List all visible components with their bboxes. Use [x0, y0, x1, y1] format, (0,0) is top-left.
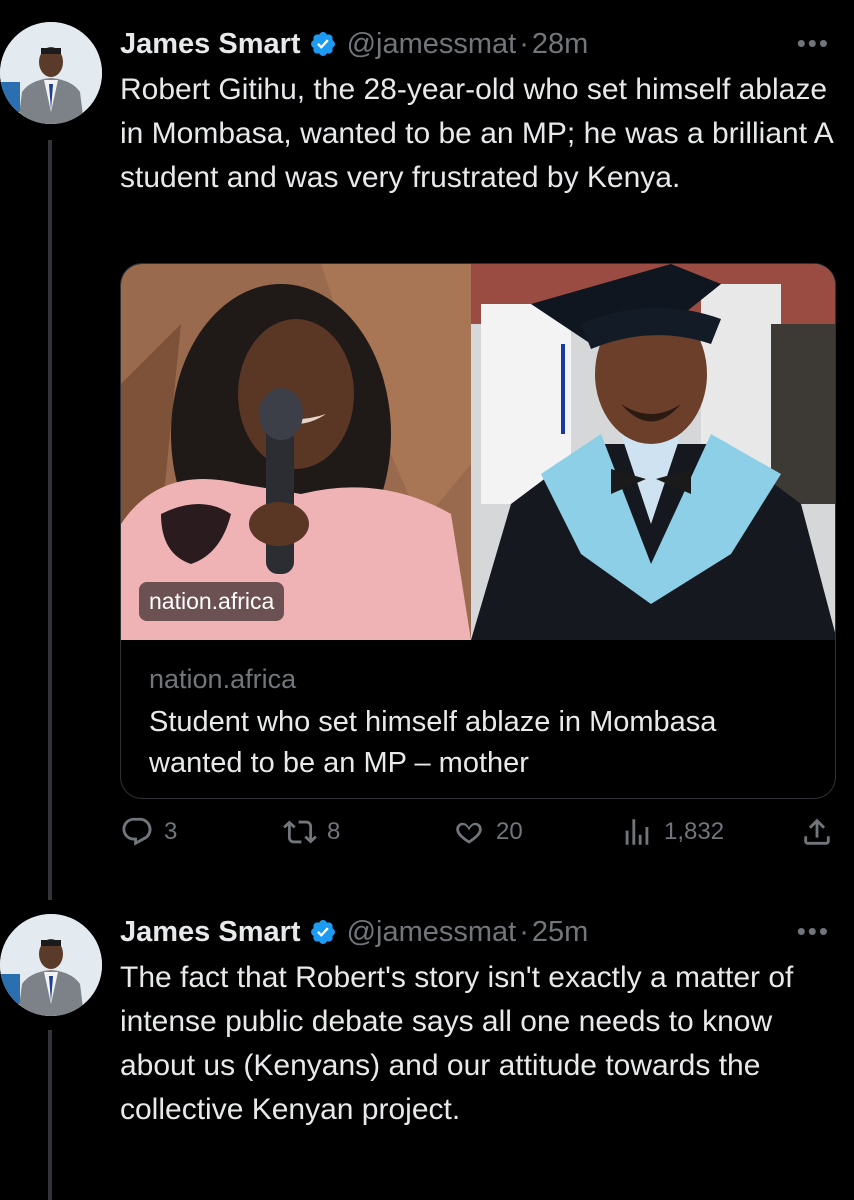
- tweet-text: Robert Gitihu, the 28-year-old who set h…: [120, 73, 833, 194]
- author-name[interactable]: James Smart: [120, 916, 301, 949]
- author-handle[interactable]: @jamessmat: [347, 28, 517, 61]
- card-title: Student who set himself ablaze in Mombas…: [149, 706, 717, 779]
- tweet-1[interactable]: James Smart @jamessmat · 28m ••• Robert …: [0, 0, 854, 900]
- verified-badge-icon: [309, 918, 337, 946]
- share-icon: [804, 818, 830, 845]
- like-button[interactable]: 20: [452, 815, 523, 849]
- card-domain-badge: nation.africa: [139, 582, 285, 621]
- share-button[interactable]: [800, 815, 844, 849]
- tweet-header: James Smart @jamessmat · 25m: [120, 912, 588, 952]
- graduate-photo: [471, 264, 835, 640]
- more-options-icon[interactable]: •••: [797, 916, 830, 947]
- repost-button[interactable]: 8: [283, 815, 340, 849]
- timestamp[interactable]: 28m: [532, 28, 588, 61]
- timestamp[interactable]: 25m: [532, 916, 588, 949]
- reply-button[interactable]: 3: [120, 815, 177, 849]
- like-count: 20: [496, 818, 523, 845]
- link-card[interactable]: nation.africa nation.africa Student who …: [120, 263, 836, 799]
- repost-count: 8: [327, 818, 341, 845]
- author-handle[interactable]: @jamessmat: [347, 916, 517, 949]
- reply-icon: [122, 817, 152, 846]
- tweet-2[interactable]: James Smart @jamessmat · 25m ••• The fac…: [0, 900, 854, 1200]
- separator: ·: [519, 27, 529, 60]
- thread-line: [48, 140, 52, 900]
- thread-line: [48, 1030, 52, 1200]
- verified-badge-icon: [309, 30, 337, 58]
- avatar[interactable]: [0, 22, 102, 124]
- action-bar: 3 8 20 1,832: [120, 815, 836, 859]
- separator: ·: [519, 915, 529, 948]
- more-options-icon[interactable]: •••: [797, 28, 830, 59]
- views-icon: [625, 819, 649, 845]
- views-button[interactable]: 1,832: [620, 815, 724, 849]
- views-count: 1,832: [664, 818, 725, 845]
- heart-icon: [456, 822, 482, 844]
- card-image: nation.africa: [121, 264, 835, 640]
- author-name[interactable]: James Smart: [120, 28, 301, 61]
- tweet-header: James Smart @jamessmat · 28m: [120, 24, 588, 64]
- repost-icon: [283, 820, 317, 844]
- avatar[interactable]: [0, 914, 102, 1016]
- tweet-text: The fact that Robert's story isn't exact…: [120, 961, 794, 1126]
- reply-count: 3: [164, 818, 178, 845]
- card-domain: nation.africa: [149, 664, 297, 694]
